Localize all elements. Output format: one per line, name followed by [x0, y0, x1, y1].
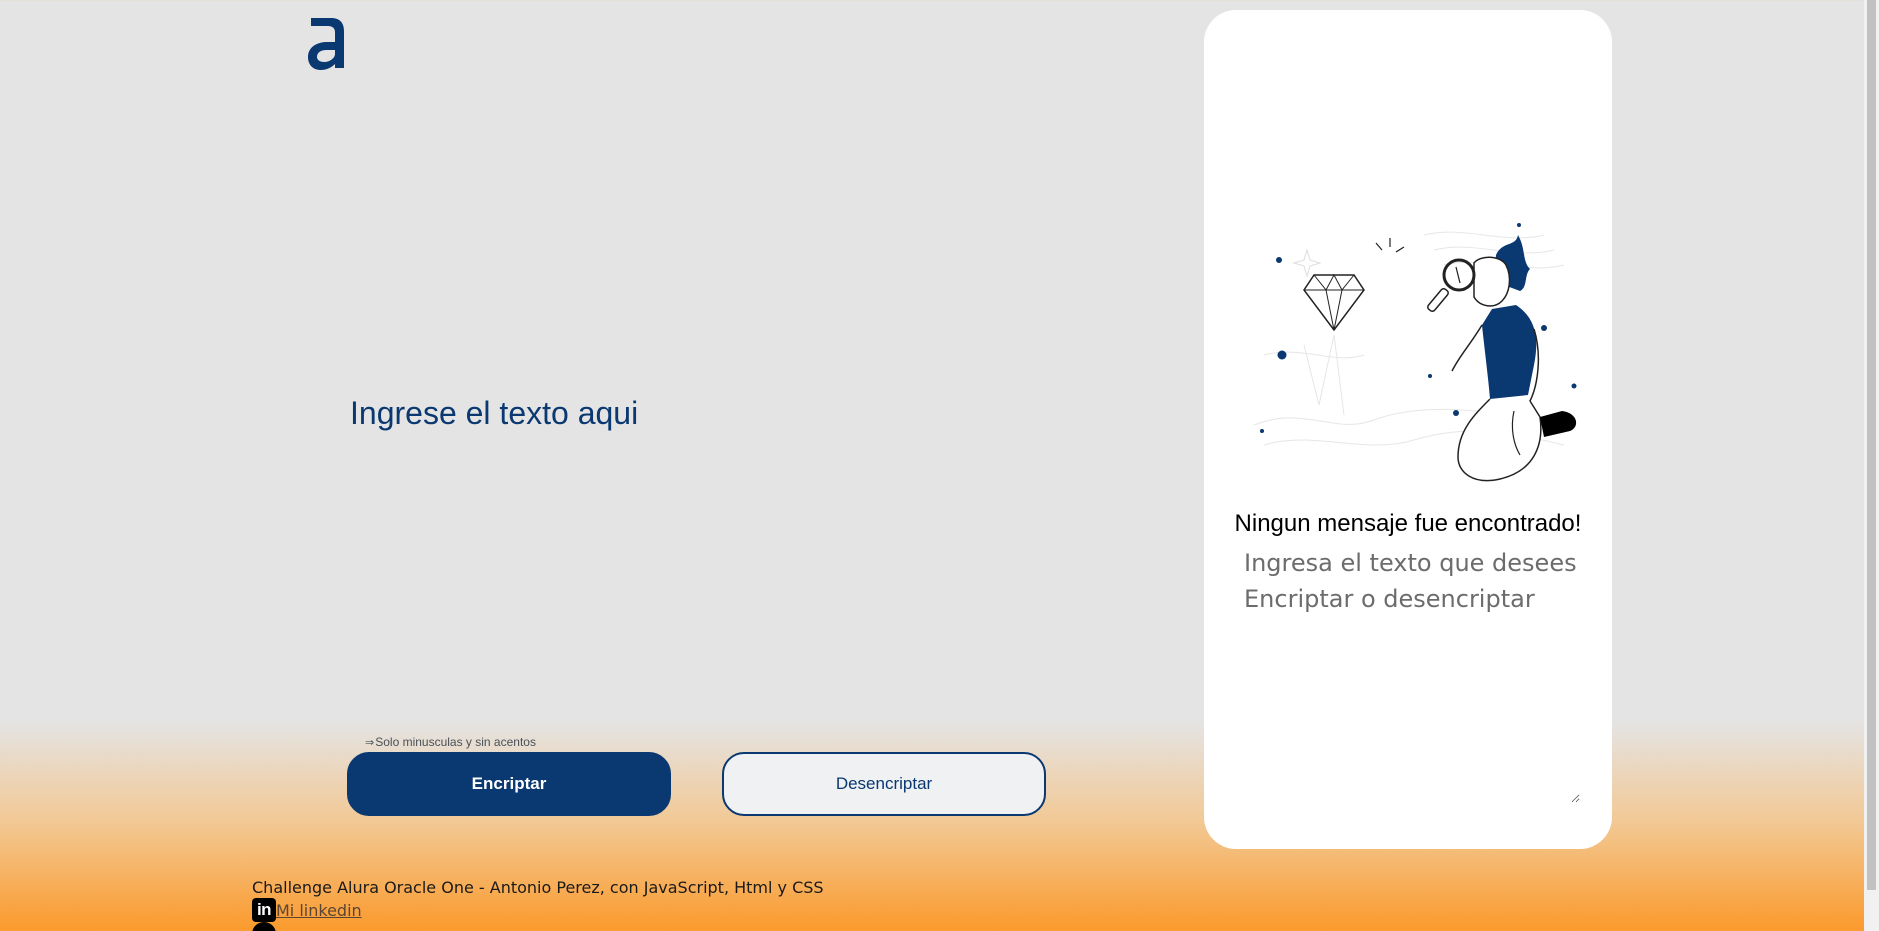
page-scrollbar[interactable] [1864, 0, 1879, 931]
linkedin-icon: in [252, 898, 276, 922]
linkedin-link-label[interactable]: Mi linkedin [276, 901, 362, 920]
footer-credit: Challenge Alura Oracle One - Antonio Per… [252, 878, 824, 897]
no-message-title: Ningun mensaje fue encontrado! [1234, 510, 1582, 537]
scrollbar-thumb[interactable] [1867, 0, 1876, 890]
logo-icon [308, 18, 344, 70]
encrypt-button[interactable]: Encriptar [347, 752, 671, 816]
github-icon[interactable] [252, 922, 276, 931]
decrypt-button[interactable]: Desencriptar [722, 752, 1046, 816]
text-input[interactable] [350, 395, 1050, 715]
input-hint: ⇒ Solo minusculas y sin acentos [365, 735, 536, 749]
arrow-right-icon: ⇒ [365, 736, 375, 749]
searching-person-illustration [1253, 223, 1577, 482]
linkedin-link[interactable]: in Mi linkedin [252, 898, 362, 922]
output-textarea[interactable] [1244, 545, 1580, 803]
hint-text: Solo minusculas y sin acentos [375, 735, 536, 749]
output-panel: Ningun mensaje fue encontrado! [1204, 10, 1612, 849]
